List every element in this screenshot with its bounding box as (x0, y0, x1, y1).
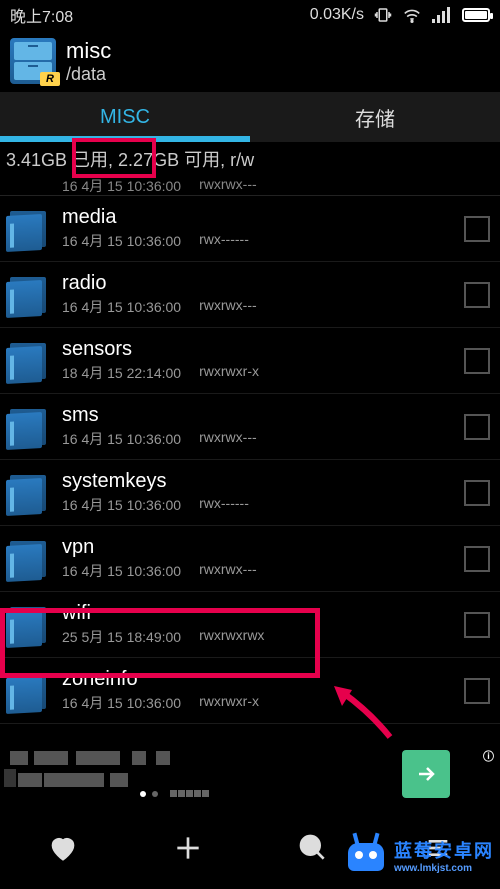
app-title: misc (66, 38, 111, 64)
checkbox[interactable] (464, 414, 490, 440)
folder-icon (6, 471, 50, 515)
file-name: systemkeys (62, 470, 464, 493)
checkbox[interactable] (464, 612, 490, 638)
file-row-sensors[interactable]: sensors 18 4月 15 22:14:00rwxrwxr-x (0, 328, 500, 394)
watermark: 蓝莓安卓网 www.lmkjst.com (344, 835, 494, 875)
file-row-wifi[interactable]: wifi 25 5月 15 18:49:00rwxrwxrwx (0, 592, 500, 658)
file-row-zoneinfo[interactable]: zoneinfo 16 4月 15 10:36:00rwxrwxr-x (0, 658, 500, 724)
file-row-media[interactable]: media 16 4月 15 10:36:00rwx------ (0, 196, 500, 262)
status-right: 0.03K/s (310, 6, 490, 24)
checkbox[interactable] (464, 546, 490, 572)
folder-icon (6, 603, 50, 647)
file-row-vpn[interactable]: vpn 16 4月 15 10:36:00rwxrwx--- (0, 526, 500, 592)
checkbox[interactable] (464, 480, 490, 506)
ad-pagination (140, 790, 209, 797)
ad-info-icon[interactable]: ⓘ (483, 748, 494, 764)
checkbox[interactable] (464, 678, 490, 704)
checkbox[interactable] (464, 216, 490, 242)
status-bar: 晚上7:08 0.03K/s (0, 0, 500, 30)
ad-go-button[interactable] (402, 750, 450, 798)
app-icon[interactable]: R (10, 38, 56, 84)
storage-info: 3.41GB 已用, 2.27GB 可用, r/w (0, 142, 500, 176)
nav-add[interactable] (125, 807, 250, 889)
dot (152, 791, 158, 797)
tabs: MISC 存储 (0, 92, 500, 142)
folder-icon (6, 405, 50, 449)
folder-icon (6, 537, 50, 581)
file-row-systemkeys[interactable]: systemkeys 16 4月 15 10:36:00rwx------ (0, 460, 500, 526)
battery-icon (462, 8, 490, 22)
folder-icon (6, 273, 50, 317)
folder-icon (6, 339, 50, 383)
folder-icon (6, 207, 50, 251)
file-name: media (62, 206, 464, 229)
file-name: zoneinfo (62, 668, 464, 691)
file-list[interactable]: media 16 4月 15 10:36:00rwx------ radio 1… (0, 196, 500, 724)
wifi-icon (402, 7, 422, 23)
file-name: sms (62, 404, 464, 427)
file-name: radio (62, 272, 464, 295)
tab-misc[interactable]: MISC (0, 92, 250, 142)
file-row-radio[interactable]: radio 16 4月 15 10:36:00rwxrwx--- (0, 262, 500, 328)
tab-storage[interactable]: 存储 (250, 92, 500, 142)
checkbox[interactable] (464, 282, 490, 308)
file-name: vpn (62, 536, 464, 559)
file-name: sensors (62, 338, 464, 361)
ad-banner[interactable]: ⓘ (0, 744, 500, 804)
partial-row: 16 4月 15 10:36:00rwxrwx--- (0, 176, 500, 196)
file-name: wifi (62, 602, 464, 625)
signal-icon (432, 7, 452, 23)
nav-favorite[interactable] (0, 807, 125, 889)
watermark-icon (344, 835, 388, 875)
net-speed: 0.03K/s (310, 6, 364, 24)
checkbox[interactable] (464, 348, 490, 374)
folder-icon (6, 669, 50, 713)
dot-active (140, 791, 146, 797)
file-row-sms[interactable]: sms 16 4月 15 10:36:00rwxrwx--- (0, 394, 500, 460)
app-path: /data (66, 64, 111, 85)
vibrate-icon (374, 6, 392, 24)
status-time: 晚上7:08 (10, 3, 73, 27)
app-bar: R misc /data (0, 30, 500, 92)
